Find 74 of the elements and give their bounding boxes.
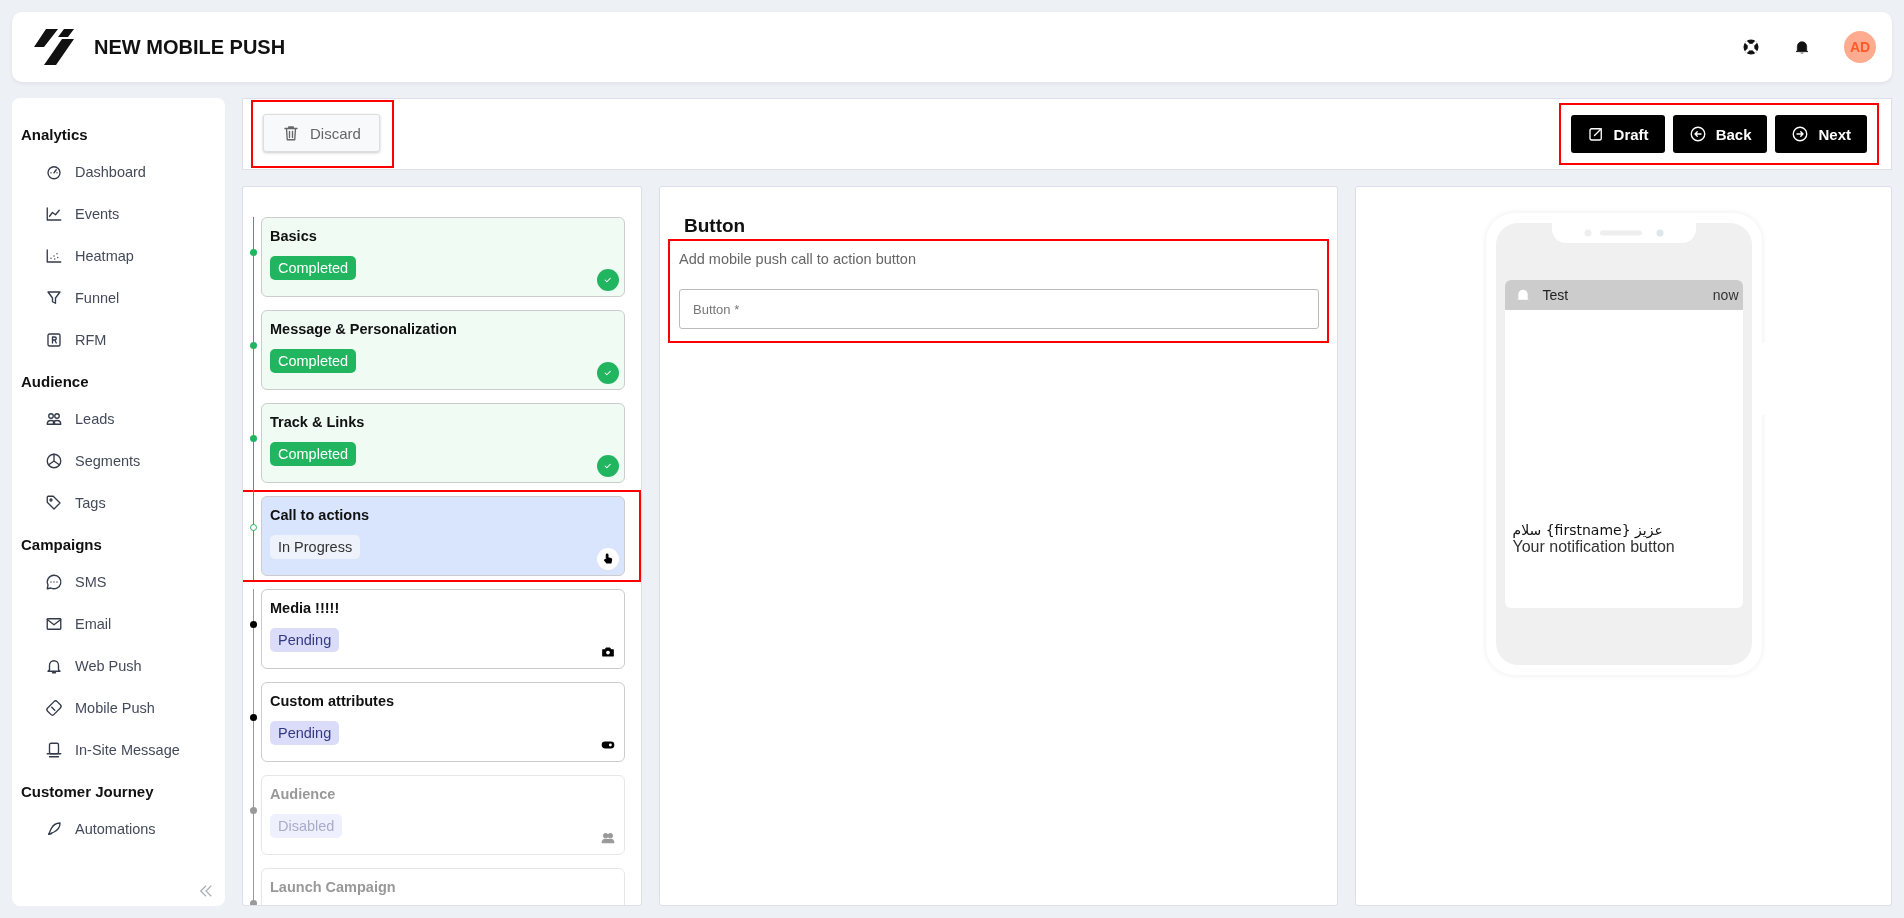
letter-box-icon — [45, 331, 63, 349]
nav-item[interactable]: Automations — [21, 808, 216, 850]
step-card[interactable]: Track & Links Completed — [261, 403, 625, 483]
arrow-left-circle-icon — [1688, 125, 1707, 143]
line-chart-icon — [45, 205, 63, 223]
nav-item[interactable]: Leads — [21, 398, 216, 440]
section-description: Add mobile push call to action button — [679, 251, 917, 267]
nav-item[interactable]: Funnel — [21, 277, 216, 319]
camera-icon — [601, 645, 615, 659]
discard-button[interactable]: Discard — [263, 114, 380, 152]
step-title: Media !!!!! — [270, 600, 340, 616]
section-heading: Customer Journey — [21, 782, 155, 802]
nav-item[interactable]: RFM — [21, 319, 216, 361]
bell-icon[interactable] — [1794, 38, 1810, 56]
status-chip: Disabled — [270, 814, 343, 838]
step-card[interactable]: Custom attributes Pending — [261, 682, 625, 762]
lifebuoy-icon[interactable] — [1742, 38, 1760, 56]
people-icon — [601, 831, 615, 845]
nav-item[interactable]: Dashboard — [21, 151, 216, 193]
app-name: Test — [1542, 287, 1569, 303]
nav-item[interactable]: Heatmap — [21, 235, 216, 277]
nav-item[interactable]: Mobile Push — [21, 687, 216, 729]
step-card[interactable]: Call to actions In Progress — [261, 496, 625, 576]
edit-icon — [1586, 125, 1605, 143]
section-heading: Analytics — [21, 125, 89, 145]
hand-pointer-icon — [601, 552, 615, 566]
step-title: Launch Campaign — [270, 879, 396, 895]
tag-icon — [45, 494, 63, 512]
status-chip: Pending — [270, 721, 340, 745]
scatter-chart-icon — [45, 247, 63, 265]
nav-item[interactable]: Events — [21, 193, 216, 235]
step-title: Track & Links — [270, 414, 365, 430]
action-button[interactable]: Back — [1672, 115, 1768, 153]
status-chip: Completed — [270, 442, 357, 466]
nav-item[interactable]: Segments — [21, 440, 216, 482]
nav-item[interactable]: Email — [21, 603, 216, 645]
toggle-icon — [601, 738, 615, 752]
notification-text: Your notification button — [1512, 538, 1676, 556]
step-title: Basics — [270, 228, 317, 244]
status-chip: In Progress — [270, 535, 361, 559]
step-title: Call to actions — [270, 507, 370, 523]
nav-item[interactable]: Web Push — [21, 645, 216, 687]
step-card[interactable]: Basics Completed — [261, 217, 625, 297]
trash-icon — [282, 124, 300, 142]
status-chip: Completed — [270, 256, 357, 280]
step-title: Custom attributes — [270, 693, 395, 709]
button-text-field[interactable]: Button * — [679, 289, 1319, 329]
people-icon — [45, 410, 63, 428]
nav-item[interactable]: Tags — [21, 482, 216, 524]
action-button[interactable]: Draft — [1570, 115, 1665, 153]
status-chip: Completed — [270, 349, 357, 373]
pie-chart-icon — [45, 452, 63, 470]
step-title: Audience — [270, 786, 336, 802]
nav-item[interactable]: In-Site Message — [21, 729, 216, 771]
section-heading: Campaigns — [21, 535, 103, 555]
step-card[interactable]: Message & Personalization Completed — [261, 310, 625, 390]
step-card[interactable]: Media !!!!! Pending — [261, 589, 625, 669]
section-heading: Audience — [21, 372, 90, 392]
arrow-right-circle-icon — [1791, 125, 1810, 143]
notification-time: now — [1712, 287, 1739, 303]
page-title: NEW MOBILE PUSH — [94, 35, 286, 59]
status-chip: Pending — [270, 628, 340, 652]
section-title: Button — [683, 215, 747, 237]
chat-bubble-icon — [45, 573, 63, 591]
gauge-icon — [45, 163, 63, 181]
notification-title: سلام {firstname} عزیز — [1512, 522, 1664, 538]
envelope-icon — [45, 615, 63, 633]
monitor-icon — [45, 741, 63, 759]
tilted-phone-icon — [45, 699, 63, 717]
funnel-icon — [45, 289, 63, 307]
step-title: Message & Personalization — [270, 321, 457, 337]
action-button[interactable]: Next — [1775, 115, 1867, 153]
bell-icon — [45, 657, 63, 675]
nav-item[interactable]: SMS — [21, 561, 216, 603]
